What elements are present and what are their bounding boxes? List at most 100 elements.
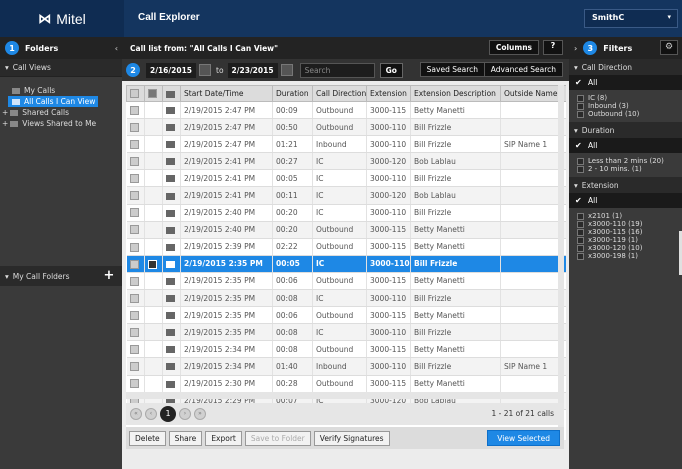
table-row[interactable]: 2/19/2015 2:41 PM 00:27 IC 3000-120 Bob Labl…: [126, 152, 566, 171]
user-menu[interactable]: SmithC ▾: [584, 9, 678, 28]
row-checkbox[interactable]: [126, 255, 145, 273]
filter-option[interactable]: x3000-110 (19): [577, 220, 682, 228]
search-input[interactable]: Search: [299, 62, 375, 78]
tree-item-views-shared[interactable]: + Views Shared to Me: [2, 118, 122, 129]
table-row[interactable]: 2/19/2015 2:40 PM 00:20 Outbound 3000-115 Be…: [126, 221, 566, 239]
table-row[interactable]: 2/19/2015 2:35 PM 00:05 IC 3000-110 Bill Fri…: [126, 255, 566, 273]
table-row[interactable]: 2/19/2015 2:47 PM 00:50 Outbound 3000-110 Bi…: [126, 118, 566, 137]
filter-checkbox[interactable]: [577, 252, 584, 260]
export-button[interactable]: Export: [205, 430, 242, 446]
tree-item-my-calls[interactable]: My Calls: [8, 85, 122, 96]
row-checkbox[interactable]: [126, 118, 145, 137]
filter-option[interactable]: x2101 (1): [577, 212, 682, 220]
add-folder-icon[interactable]: +: [102, 269, 116, 283]
prev-page-icon[interactable]: ‹: [145, 408, 157, 420]
filter-checkbox[interactable]: [577, 212, 584, 220]
filter-checkbox[interactable]: [577, 110, 584, 118]
row-checkbox[interactable]: [126, 186, 145, 205]
row-checkbox[interactable]: [126, 340, 145, 359]
col-header-outside-name[interactable]: Outside Name: [500, 85, 566, 102]
row-checkbox[interactable]: [126, 357, 145, 376]
filter-option[interactable]: Less than 2 mins (20): [577, 157, 682, 165]
date-from-field[interactable]: 2/16/2015: [146, 62, 197, 78]
expand-icon[interactable]: +: [2, 108, 8, 117]
save-to-folder-button[interactable]: Save to Folder: [244, 430, 311, 446]
filter-checkbox[interactable]: [577, 165, 584, 173]
filter-option[interactable]: Outbound (10): [577, 110, 682, 118]
calendar-icon[interactable]: [199, 64, 212, 76]
go-button[interactable]: Go: [379, 62, 403, 78]
col-header-start[interactable]: Start Date/Time: [180, 85, 273, 102]
filter-all-option[interactable]: ✔ All: [569, 75, 682, 90]
columns-button[interactable]: Columns: [488, 40, 539, 55]
current-page[interactable]: 1: [160, 406, 176, 422]
filter-checkbox[interactable]: [577, 102, 584, 110]
filter-section-header[interactable]: ▾ Call Direction: [569, 59, 682, 75]
calendar-icon[interactable]: [280, 64, 293, 76]
table-row[interactable]: 2/19/2015 2:34 PM 00:08 Outbound 3000-115 Be…: [126, 340, 566, 359]
col-header-extension[interactable]: Extension: [366, 85, 411, 102]
row-checkbox[interactable]: [126, 221, 145, 239]
expand-icon[interactable]: +: [2, 119, 8, 128]
filter-option[interactable]: 2 - 10 mins. (1): [577, 165, 682, 173]
row-checkbox[interactable]: [126, 204, 145, 222]
table-row[interactable]: 2/19/2015 2:40 PM 00:20 IC 3000-110 Bill Fri…: [126, 204, 566, 222]
col-header-ext-desc[interactable]: Extension Description: [410, 85, 501, 102]
next-page-icon[interactable]: ›: [179, 408, 191, 420]
my-call-folders-header[interactable]: ▾ My Call Folders +: [0, 266, 122, 286]
tree-item-all-calls[interactable]: All Calls I Can View: [8, 96, 98, 107]
filter-option[interactable]: x3000-120 (10): [577, 244, 682, 252]
table-row[interactable]: 2/19/2015 2:34 PM 01:40 Inbound 3000-110 Bil…: [126, 357, 566, 376]
table-row[interactable]: 2/19/2015 2:41 PM 00:11 IC 3000-120 Bob Labl…: [126, 186, 566, 205]
row-checkbox[interactable]: [126, 169, 145, 188]
row-checkbox[interactable]: [126, 375, 145, 393]
filter-option[interactable]: Inbound (3): [577, 102, 682, 110]
filter-checkbox[interactable]: [577, 228, 584, 236]
last-page-icon[interactable]: »: [194, 408, 206, 420]
tree-item-shared-calls[interactable]: + Shared Calls: [2, 107, 122, 118]
table-row[interactable]: 2/19/2015 2:41 PM 00:05 IC 3000-110 Bill Fri…: [126, 169, 566, 188]
date-to-field[interactable]: 2/23/2015: [227, 62, 278, 78]
row-checkbox[interactable]: [126, 101, 145, 120]
filter-checkbox[interactable]: [577, 157, 584, 165]
collapse-left-icon[interactable]: ‹: [115, 44, 118, 53]
help-icon[interactable]: ?: [543, 40, 563, 55]
delete-button[interactable]: Delete: [129, 430, 166, 446]
filter-checkbox[interactable]: [577, 236, 584, 244]
select-all-checkbox[interactable]: [126, 85, 145, 102]
table-row[interactable]: 2/19/2015 2:35 PM 00:06 Outbound 3000-115 Be…: [126, 272, 566, 291]
gear-icon[interactable]: ⚙: [660, 40, 678, 55]
view-selected-button[interactable]: View Selected: [487, 430, 560, 446]
table-row[interactable]: 2/19/2015 2:47 PM 01:21 Inbound 3000-110 Bil…: [126, 135, 566, 154]
col-header-duration[interactable]: Duration: [272, 85, 313, 102]
table-row[interactable]: 2/19/2015 2:35 PM 00:08 IC 3000-110 Bill Fri…: [126, 323, 566, 342]
row-checkbox[interactable]: [126, 272, 145, 291]
col-header-direction[interactable]: Call Direction: [312, 85, 367, 102]
table-row[interactable]: 2/19/2015 2:30 PM 00:28 Outbound 3000-115 Be…: [126, 375, 566, 393]
filter-checkbox[interactable]: [577, 220, 584, 228]
row-checkbox[interactable]: [126, 135, 145, 154]
verify-signatures-button[interactable]: Verify Signatures: [313, 430, 390, 446]
row-checkbox[interactable]: [126, 323, 145, 342]
row-checkbox[interactable]: [126, 289, 145, 308]
filter-checkbox[interactable]: [577, 94, 584, 102]
row-checkbox[interactable]: [126, 238, 145, 256]
share-button[interactable]: Share: [168, 430, 203, 446]
row-checkbox[interactable]: [126, 306, 145, 325]
advanced-search-button[interactable]: Advanced Search: [483, 62, 563, 77]
row-checkbox[interactable]: [126, 152, 145, 171]
table-row[interactable]: 2/19/2015 2:35 PM 00:08 IC 3000-110 Bill Fri…: [126, 289, 566, 308]
call-views-header[interactable]: ▾ Call Views: [0, 59, 122, 77]
filter-section-header[interactable]: ▾ Duration: [569, 122, 682, 138]
expand-right-icon[interactable]: ›: [574, 44, 577, 53]
vertical-scrollbar[interactable]: [558, 85, 564, 435]
filter-option[interactable]: x3000-119 (1): [577, 236, 682, 244]
table-row[interactable]: 2/19/2015 2:39 PM 02:22 Outbound 3000-115 Be…: [126, 238, 566, 256]
filter-all-option[interactable]: ✔ All: [569, 138, 682, 153]
filter-checkbox[interactable]: [577, 244, 584, 252]
filter-section-header[interactable]: ▾ Extension: [569, 177, 682, 193]
table-row[interactable]: 2/19/2015 2:35 PM 00:06 Outbound 3000-115 Be…: [126, 306, 566, 325]
saved-search-button[interactable]: Saved Search: [419, 62, 485, 77]
filter-option[interactable]: x3000-115 (16): [577, 228, 682, 236]
filter-option[interactable]: IC (8): [577, 94, 682, 102]
